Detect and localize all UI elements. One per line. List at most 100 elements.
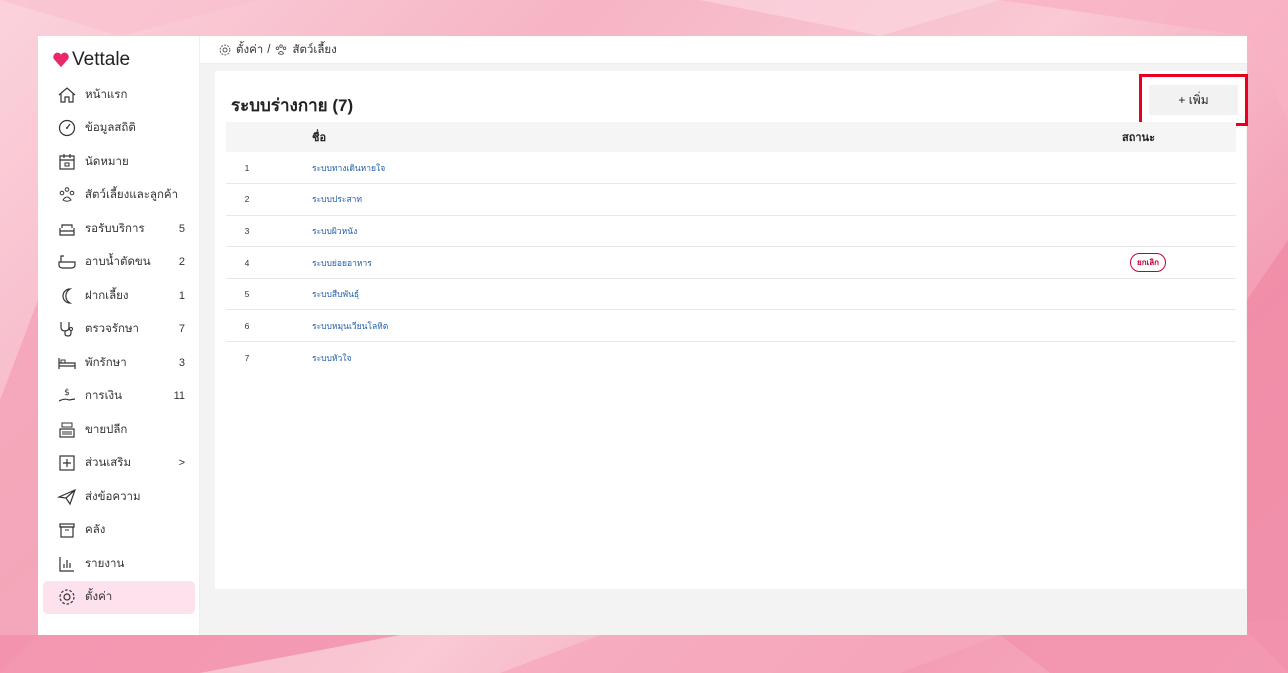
stethoscope-icon <box>57 319 77 339</box>
sidebar-item-14[interactable]: คลัง <box>43 514 195 548</box>
archive-icon <box>57 520 77 540</box>
table-row[interactable]: 1 ระบบทางเดินหายใจ <box>226 152 1236 185</box>
sidebar-item-label: ตรวจรักษา <box>85 323 140 336</box>
column-number <box>226 122 312 152</box>
bathtub-icon <box>57 252 77 272</box>
bar-chart-icon <box>57 554 77 574</box>
money-hand-icon: $ <box>57 386 77 406</box>
row-name-link[interactable]: ระบบหมุนเวียนโลหิต <box>312 321 388 331</box>
plus-box-icon <box>57 453 77 473</box>
row-status <box>1122 278 1236 311</box>
sidebar-item-count: 11 <box>173 390 185 403</box>
calendar-icon <box>57 152 77 172</box>
sidebar-item-label: ส่งข้อความ <box>85 490 141 503</box>
row-number: 3 <box>226 215 312 248</box>
body-systems-table: ชื่อ สถานะ 1 ระบบทางเดินหายใจ 2 ระบบประสาท 3… <box>226 122 1236 373</box>
row-name-link[interactable]: ระบบทางเดินหายใจ <box>312 163 385 173</box>
row-name-link[interactable]: ระบบย่อยอาหาร <box>312 258 372 268</box>
row-status <box>1122 215 1236 248</box>
table-row[interactable]: 4 ระบบย่อยอาหาร ยกเลิก <box>226 246 1236 279</box>
table-row[interactable]: 7 ระบบหัวใจ <box>226 342 1236 374</box>
svg-text:$: $ <box>64 388 70 398</box>
sidebar-item-count: 2 <box>178 256 185 269</box>
sidebar-item-10[interactable]: $ การเงิน 11 <box>43 380 195 414</box>
sidebar-item-label: พักรักษา <box>85 356 127 369</box>
gear-icon <box>57 587 77 607</box>
row-number: 6 <box>226 309 312 343</box>
sidebar-item-label: อาบน้ำตัดขน <box>85 256 151 269</box>
page-title: ระบบร่างกาย (7) <box>231 96 354 115</box>
sidebar-item-count: > <box>178 457 185 470</box>
sidebar-item-label: ข้อมูลสถิติ <box>85 122 136 135</box>
column-name[interactable]: ชื่อ <box>312 122 1122 152</box>
sidebar-item-11[interactable]: ขายปลีก <box>43 413 195 447</box>
sidebar-item-7[interactable]: ฝากเลี้ยง 1 <box>43 279 195 313</box>
sidebar-item-9[interactable]: พักรักษา 3 <box>43 346 195 380</box>
heart-logo-icon <box>53 52 69 68</box>
sidebar-item-label: การเงิน <box>85 390 123 403</box>
paw-icon <box>57 185 77 205</box>
table-body: 1 ระบบทางเดินหายใจ 2 ระบบประสาท 3 ระบบผิวหนัง… <box>226 152 1236 373</box>
row-status <box>1122 152 1236 185</box>
sidebar-nav: หน้าแรกข้อมูลสถิตินัดหมายสัตว์เลี้ยงและล… <box>38 78 199 614</box>
row-name-link[interactable]: ระบบผิวหนัง <box>312 226 357 236</box>
sidebar-item-5[interactable]: รอรับบริการ 5 <box>43 212 195 246</box>
row-name-link[interactable]: ระบบประสาท <box>312 194 362 204</box>
add-button[interactable]: + เพิ่ม <box>1149 85 1238 115</box>
column-status[interactable]: สถานะ <box>1122 122 1236 152</box>
add-button-highlight: + เพิ่ม <box>1139 74 1248 126</box>
table-row[interactable]: 3 ระบบผิวหนัง <box>226 215 1236 248</box>
sidebar-item-12[interactable]: ส่วนเสริม > <box>43 447 195 481</box>
app-window: Vettale หน้าแรก ข้อมูลสถิติ นัดหมาย สัตว์เล… <box>38 36 1248 635</box>
sidebar-item-2[interactable]: ข้อมูลสถิติ <box>43 112 195 146</box>
sidebar-item-label: ส่วนเสริม <box>85 457 132 470</box>
app-logo[interactable]: Vettale <box>38 46 199 74</box>
home-icon <box>57 85 77 105</box>
sidebar-item-label: รายงาน <box>85 557 125 570</box>
row-number: 7 <box>244 352 250 363</box>
sidebar-item-1[interactable]: หน้าแรก <box>43 78 195 112</box>
sidebar-item-label: ขายปลีก <box>85 423 128 436</box>
sidebar-item-label: หน้าแรก <box>85 88 128 101</box>
breadcrumb-settings[interactable]: ตั้งค่า <box>236 41 263 59</box>
row-status: ยกเลิก <box>1122 246 1236 279</box>
sidebar-item-4[interactable]: สัตว์เลี้ยงและลูกค้า <box>43 179 195 213</box>
row-number: 2 <box>226 183 312 216</box>
paw-icon <box>276 43 287 55</box>
sidebar-item-label: ตั้งค่า <box>85 591 113 604</box>
moon-icon <box>57 286 77 306</box>
sidebar-item-16[interactable]: ตั้งค่า <box>43 580 195 614</box>
breadcrumb-pets[interactable]: สัตว์เลี้ยง <box>292 41 336 59</box>
sidebar-item-count: 5 <box>178 222 185 235</box>
row-status <box>1122 183 1236 216</box>
sofa-icon <box>57 219 77 239</box>
table-row[interactable]: 5 ระบบสืบพันธุ์ <box>226 278 1236 311</box>
app-name: Vettale <box>72 49 131 70</box>
sidebar-item-count: 7 <box>178 323 185 336</box>
gear-icon <box>219 44 231 55</box>
table-row[interactable]: 6 ระบบหมุนเวียนโลหิต <box>226 309 1236 343</box>
breadcrumb: ตั้งค่า / สัตว์เลี้ยง <box>200 36 1247 64</box>
row-status <box>1122 309 1236 343</box>
row-number: 5 <box>226 278 312 311</box>
sidebar-item-3[interactable]: นัดหมาย <box>43 145 195 179</box>
breadcrumb-separator: / <box>267 43 271 56</box>
sidebar-item-count: 1 <box>178 289 185 302</box>
sidebar-item-count: 3 <box>178 356 185 369</box>
sidebar-item-label: สัตว์เลี้ยงและลูกค้า <box>85 189 179 202</box>
table-row[interactable]: 2 ระบบประสาท <box>226 183 1236 216</box>
body-systems-panel: ระบบร่างกาย (7) + เพิ่ม ชื่อ สถานะ 1 ระบบ… <box>215 71 1248 589</box>
sidebar-item-8[interactable]: ตรวจรักษา 7 <box>43 313 195 347</box>
sidebar-item-6[interactable]: อาบน้ำตัดขน 2 <box>43 246 195 280</box>
sidebar-item-label: นัดหมาย <box>85 155 129 168</box>
paper-plane-icon <box>57 487 77 507</box>
sidebar-item-label: รอรับบริการ <box>85 222 145 235</box>
main-content: ตั้งค่า / สัตว์เลี้ยง ระบบร่างกาย (7) + … <box>200 36 1248 635</box>
row-name-link[interactable]: ระบบสืบพันธุ์ <box>312 289 359 299</box>
sidebar-item-15[interactable]: รายงาน <box>43 547 195 581</box>
dashboard-icon <box>57 118 77 138</box>
sidebar-item-label: คลัง <box>85 524 106 537</box>
sidebar-item-13[interactable]: ส่งข้อความ <box>43 480 195 514</box>
row-name-link[interactable]: ระบบหัวใจ <box>312 353 351 363</box>
sidebar-item-label: ฝากเลี้ยง <box>85 289 129 302</box>
